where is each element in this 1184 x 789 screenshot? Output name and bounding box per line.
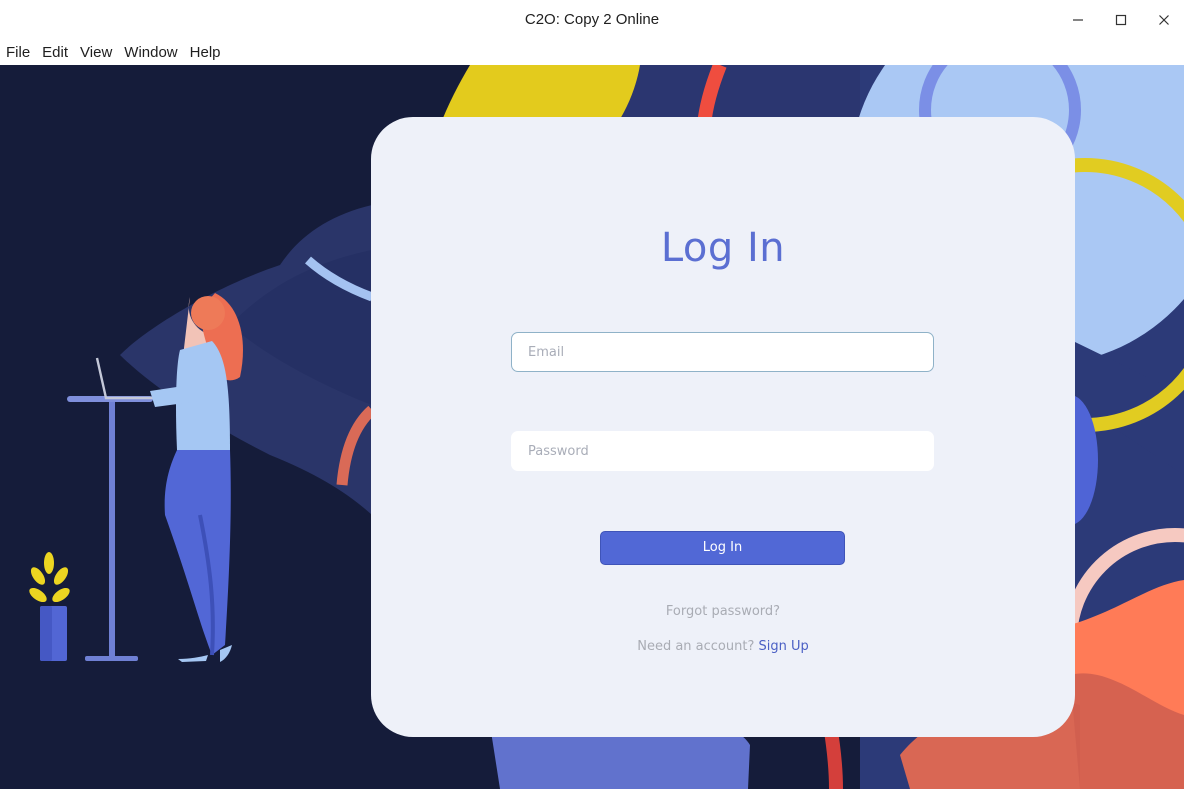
- close-button[interactable]: [1147, 5, 1181, 35]
- maximize-icon: [1115, 14, 1127, 26]
- menu-file[interactable]: File: [0, 40, 36, 65]
- minimize-icon: [1073, 19, 1083, 21]
- signup-link[interactable]: Sign Up: [759, 639, 809, 654]
- minimize-button[interactable]: [1061, 5, 1095, 35]
- maximize-button[interactable]: [1104, 5, 1138, 35]
- menu-view[interactable]: View: [74, 40, 118, 65]
- password-field[interactable]: [511, 431, 934, 471]
- menu-window[interactable]: Window: [118, 40, 183, 65]
- signup-row: Need an account? Sign Up: [371, 639, 1075, 654]
- signup-prompt: Need an account?: [637, 639, 755, 654]
- menu-edit[interactable]: Edit: [36, 40, 74, 65]
- window-title: C2O: Copy 2 Online: [524, 11, 660, 28]
- close-icon: [1159, 15, 1169, 25]
- email-field[interactable]: [511, 332, 934, 372]
- login-title: Log In: [660, 225, 786, 271]
- menu-bar: File Edit View Window Help: [0, 40, 1184, 65]
- menu-help[interactable]: Help: [184, 40, 227, 65]
- app-content: Log In Log In Forgot password? Need an a…: [0, 65, 1184, 789]
- forgot-password-link[interactable]: Forgot password?: [371, 604, 1075, 619]
- login-card: Log In Log In Forgot password? Need an a…: [371, 117, 1075, 737]
- login-button[interactable]: Log In: [600, 531, 845, 565]
- title-bar: C2O: Copy 2 Online: [0, 0, 1184, 40]
